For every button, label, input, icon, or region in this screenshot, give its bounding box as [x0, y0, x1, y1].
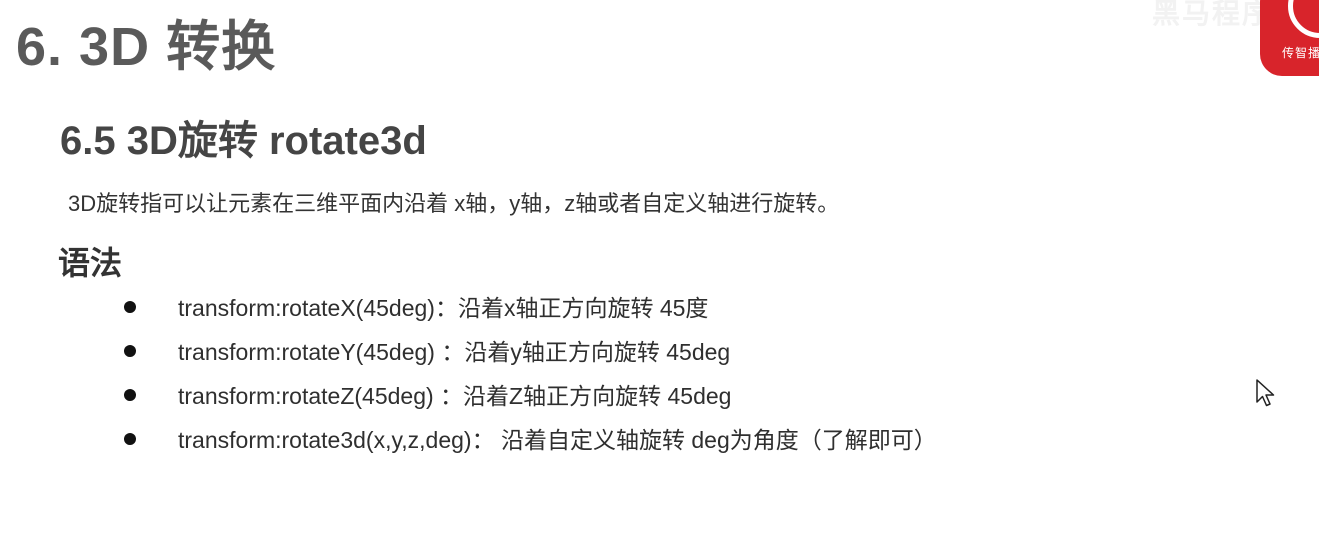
logo-text: 传智播	[1282, 46, 1319, 60]
bullet-text: transform:rotateZ(45deg) ：沿着Z轴正方向旋转 45de…	[178, 383, 732, 409]
list-item: transform:rotateZ(45deg) ：沿着Z轴正方向旋转 45de…	[124, 372, 937, 416]
list-item: transform:rotate3d(x,y,z,deg)： 沿着自定义轴旋转 …	[124, 416, 937, 460]
bullet-text: transform:rotateY(45deg) ：沿着y轴正方向旋转 45de…	[178, 339, 731, 365]
intro-text: 3D旋转指可以让元素在三维平面内沿着 x轴，y轴，z轴或者自定义轴进行旋转。	[68, 191, 840, 216]
list-item: transform:rotateY(45deg) ：沿着y轴正方向旋转 45de…	[124, 328, 937, 372]
mouse-pointer-icon	[1256, 379, 1275, 407]
bullet-dot-icon	[124, 433, 136, 445]
syntax-label: 语法	[58, 245, 123, 281]
list-item: transform:rotateX(45deg)：沿着x轴正方向旋转 45度	[124, 284, 937, 328]
bullet-dot-icon	[124, 301, 136, 313]
slide-title: 6. 3D 转换	[16, 17, 277, 77]
bullet-text: transform:rotateX(45deg)：沿着x轴正方向旋转 45度	[178, 295, 709, 321]
bullet-dot-icon	[124, 389, 136, 401]
section-heading: 6.5 3D旋转 rotate3d	[60, 119, 427, 163]
bullet-text: transform:rotate3d(x,y,z,deg)： 沿着自定义轴旋转 …	[178, 427, 937, 453]
syntax-bullet-list: transform:rotateX(45deg)：沿着x轴正方向旋转 45度 t…	[124, 284, 937, 460]
bullet-dot-icon	[124, 345, 136, 357]
